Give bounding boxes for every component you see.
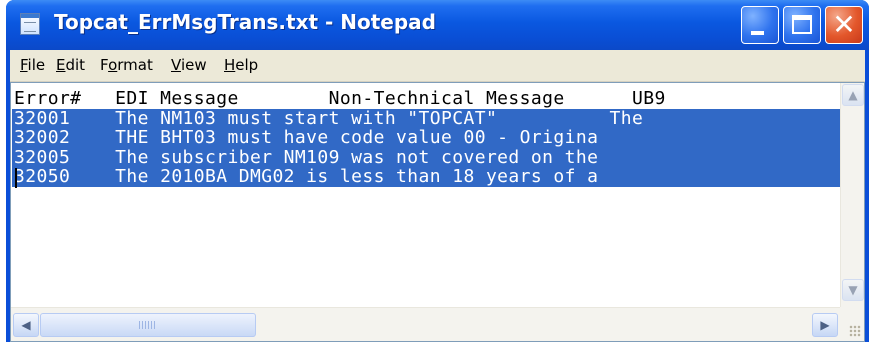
notepad-icon[interactable] bbox=[20, 13, 40, 35]
chevron-down-icon: ▼ bbox=[848, 283, 858, 297]
window-title: Topcat_ErrMsgTrans.txt - Notepad bbox=[54, 10, 436, 34]
maximize-button[interactable] bbox=[783, 6, 821, 44]
text-editor[interactable]: Error# EDI Message Non-Technical Message… bbox=[10, 82, 865, 342]
scroll-down-button[interactable]: ▼ bbox=[842, 279, 864, 301]
vertical-scrollbar[interactable]: ▲ ▼ bbox=[840, 83, 864, 307]
menu-help[interactable]: Help bbox=[222, 56, 260, 74]
text-line-selected: 32001 The NM103 must start with "TOPCAT"… bbox=[12, 108, 840, 128]
scroll-up-button[interactable]: ▲ bbox=[842, 84, 864, 106]
chevron-up-icon: ▲ bbox=[848, 88, 858, 102]
text-line-selected: 32002 THE BHT03 must have code value 00 … bbox=[12, 128, 840, 148]
text-line-selected: 32005 The subscriber NM109 was not cover… bbox=[12, 147, 840, 167]
close-icon: ✕ bbox=[832, 8, 856, 41]
minimize-icon bbox=[751, 31, 764, 35]
scroll-right-button[interactable]: ▶ bbox=[812, 313, 838, 337]
document-text[interactable]: Error# EDI Message Non-Technical Message… bbox=[12, 89, 840, 305]
menu-format[interactable]: Format bbox=[98, 56, 155, 74]
notepad-window: Topcat_ErrMsgTrans.txt - Notepad ✕ File … bbox=[6, 0, 869, 342]
close-button[interactable]: ✕ bbox=[825, 6, 863, 44]
horizontal-scroll-thumb[interactable] bbox=[40, 313, 256, 337]
horizontal-scrollbar[interactable]: ◀ ▶ bbox=[11, 307, 840, 341]
scroll-left-button[interactable]: ◀ bbox=[13, 313, 39, 337]
resize-grip-icon bbox=[849, 325, 861, 337]
title-bar[interactable]: Topcat_ErrMsgTrans.txt - Notepad ✕ bbox=[6, 0, 869, 50]
text-line-selected: 32050 The 2010BA DMG02 is less than 18 y… bbox=[12, 167, 840, 187]
maximize-icon bbox=[792, 15, 812, 34]
menu-file[interactable]: File bbox=[18, 56, 47, 74]
menu-edit[interactable]: Edit bbox=[54, 56, 87, 74]
resize-grip[interactable] bbox=[840, 307, 864, 341]
grip-icon bbox=[139, 321, 155, 329]
menu-bar: File Edit Format View Help bbox=[10, 50, 865, 82]
menu-view[interactable]: View bbox=[169, 56, 209, 74]
text-caret bbox=[15, 168, 17, 188]
minimize-button[interactable] bbox=[741, 6, 779, 44]
chevron-left-icon: ◀ bbox=[21, 318, 31, 332]
chevron-right-icon: ▶ bbox=[820, 318, 830, 332]
header-line: Error# EDI Message Non-Technical Message… bbox=[14, 89, 666, 109]
